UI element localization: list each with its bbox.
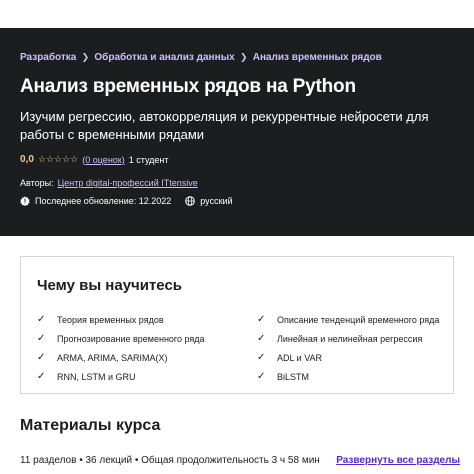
learn-item-label: ADL и VAR	[277, 352, 323, 363]
rating-value: 0,0	[20, 154, 34, 165]
students-count: 1 студент	[128, 154, 169, 165]
learn-item: ✓ Описание тенденций временного ряда	[257, 310, 457, 329]
alert-badge-icon	[20, 196, 30, 206]
what-you-will-learn-box: Чему вы научитесь ✓ Теория временных рядо…	[20, 256, 454, 394]
materials-stats: 11 разделов • 36 лекций • Общая продолжи…	[20, 455, 320, 466]
learn-item: ✓ BiLSTM	[257, 367, 457, 386]
course-subtitle: Изучим регрессию, автокорреляция и рекур…	[20, 109, 429, 142]
meta-row: Последнее обновление: 12.2022 русский	[20, 196, 233, 206]
check-icon: ✓	[37, 314, 46, 325]
learn-item-label: ARMA, ARIMA, SARIMA(X)	[57, 352, 168, 363]
learn-item: ✓ Прогнозирование временного ряда	[37, 329, 237, 348]
learn-item-label: Прогнозирование временного ряда	[57, 333, 205, 344]
check-icon: ✓	[257, 371, 266, 382]
check-icon: ✓	[37, 333, 46, 344]
authors-row: Авторы: Центр digital-профессий ITtensive	[20, 178, 198, 188]
learn-title: Чему вы научитесь	[37, 277, 183, 294]
learn-item-label: Описание тенденций временного ряда	[277, 314, 440, 325]
course-title: Анализ временных рядов на Python	[20, 76, 356, 97]
rating-row: 0,0 ☆☆☆☆☆ (0 оценок) 1 студент	[20, 154, 169, 165]
author-link[interactable]: Центр digital-профессий ITtensive	[58, 178, 198, 188]
learn-item-label: BiLSTM	[277, 371, 310, 382]
learn-item-label: RNN, LSTM и GRU	[57, 371, 136, 382]
chevron-right-icon: ❯	[81, 52, 90, 62]
ratings-count-link[interactable]: (0 оценок)	[82, 155, 124, 165]
authors-label: Авторы:	[20, 178, 54, 188]
course-language: русский	[200, 196, 233, 206]
learn-item: ✓ Линейная и нелинейная регрессия	[257, 329, 457, 348]
course-header: Разработка ❯ Обработка и анализ данных ❯…	[0, 28, 474, 236]
expand-all-sections-button[interactable]: Развернуть все разделы	[336, 455, 460, 466]
learn-item: ✓ ADL и VAR	[257, 348, 457, 367]
breadcrumb-item-data-analysis[interactable]: Обработка и анализ данных	[94, 52, 234, 63]
last-updated: Последнее обновление: 12.2022	[35, 196, 172, 206]
check-icon: ✓	[37, 371, 46, 382]
check-icon: ✓	[257, 352, 266, 363]
check-icon: ✓	[257, 333, 266, 344]
learn-item-label: Линейная и нелинейная регрессия	[277, 333, 423, 344]
learn-item: ✓ ARMA, ARIMA, SARIMA(X)	[37, 348, 237, 367]
learn-item: ✓ RNN, LSTM и GRU	[37, 367, 237, 386]
breadcrumb-item-development[interactable]: Разработка	[20, 52, 76, 63]
materials-title: Материалы курса	[20, 417, 161, 434]
breadcrumb: Разработка ❯ Обработка и анализ данных ❯…	[20, 52, 382, 63]
top-strip	[0, 0, 474, 28]
globe-icon	[185, 196, 196, 206]
learn-list-left: ✓ Теория временных рядов ✓ Прогнозирование…	[37, 310, 237, 386]
breadcrumb-item-time-series[interactable]: Анализ временных рядов	[253, 52, 382, 63]
check-icon: ✓	[37, 352, 46, 363]
check-icon: ✓	[257, 314, 266, 325]
learn-item: ✓ Теория временных рядов	[37, 310, 237, 329]
learn-item-label: Теория временных рядов	[57, 314, 164, 325]
star-rating-icon: ☆☆☆☆☆	[37, 154, 79, 164]
chevron-right-icon: ❯	[239, 52, 248, 62]
learn-list-right: ✓ Описание тенденций временного ряда ✓ Лин…	[257, 310, 457, 386]
